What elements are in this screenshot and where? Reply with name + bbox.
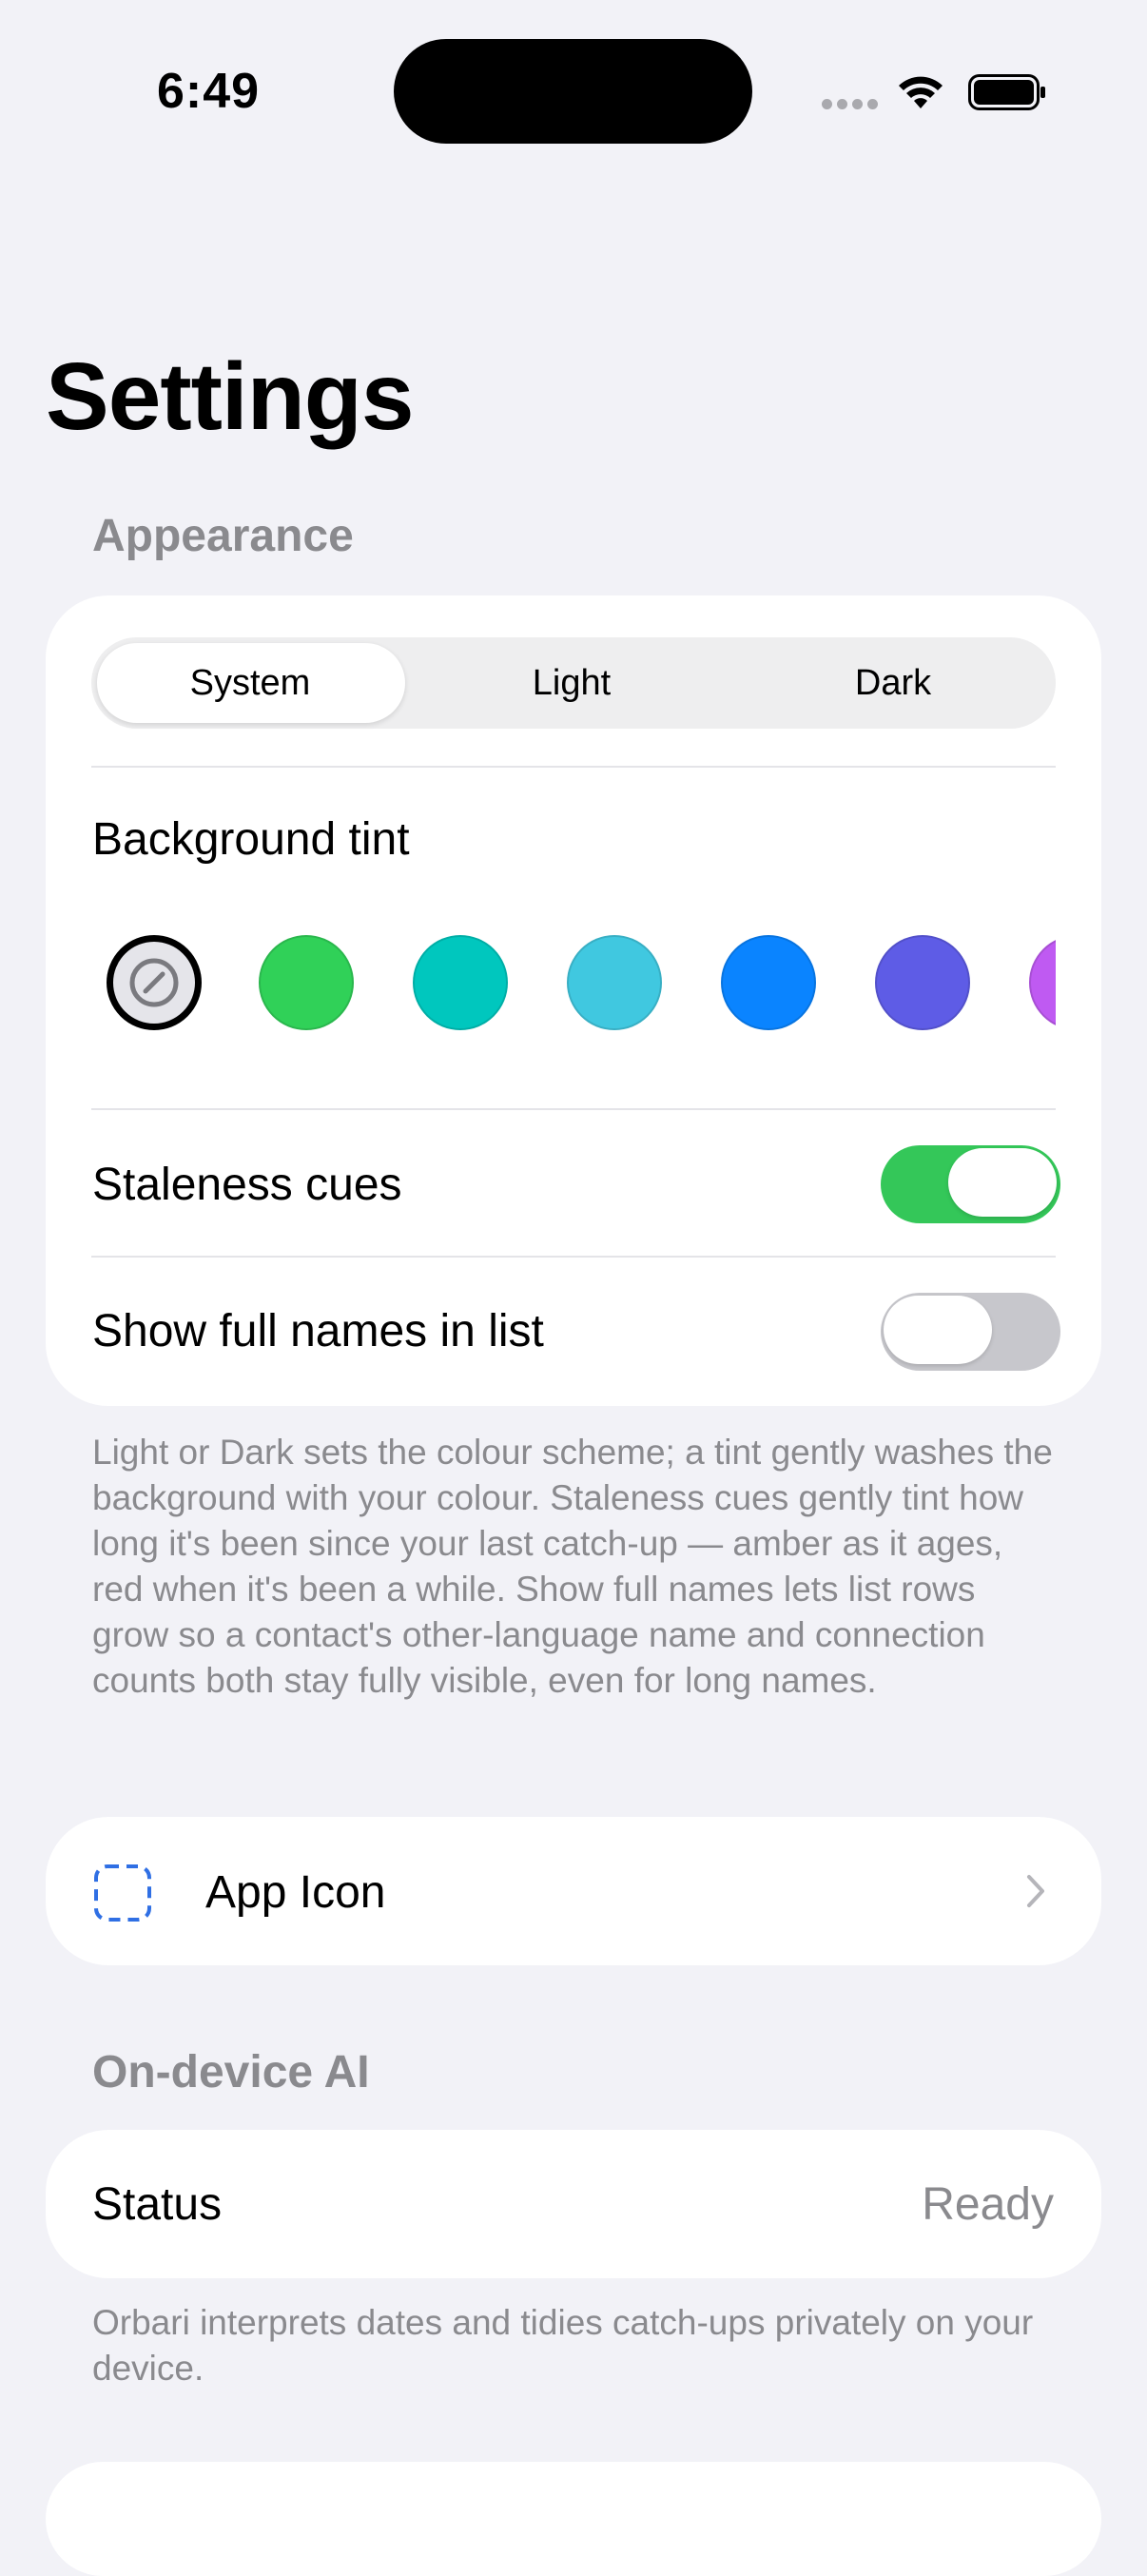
chevron-right-icon — [1027, 1875, 1044, 1907]
ai-status-value: Ready — [922, 2179, 1054, 2230]
tint-swatch-1[interactable] — [259, 935, 354, 1030]
show-full-names-label: Show full names in list — [92, 1306, 544, 1356]
ai-footnote: Orbari interprets dates and tidies catch… — [92, 2303, 1034, 2388]
divider — [91, 1108, 1056, 1110]
appearance-footnote: Light or Dark sets the colour scheme; a … — [92, 1433, 1053, 1700]
tint-swatch-6[interactable] — [1029, 935, 1056, 1030]
next-card — [46, 2462, 1101, 2576]
toggle-knob — [884, 1296, 992, 1364]
app-icon-row[interactable] — [46, 1817, 1101, 1965]
ai-status-label: Status — [92, 2179, 223, 2230]
staleness-cues-label: Staleness cues — [92, 1160, 402, 1210]
staleness-cues-toggle[interactable] — [881, 1145, 1060, 1223]
toggle-knob — [948, 1148, 1057, 1217]
divider — [91, 1256, 1056, 1258]
section-header-ai: On-device AI — [92, 2047, 370, 2098]
tint-swatch-3[interactable] — [567, 935, 662, 1030]
tint-swatch-4[interactable] — [721, 935, 816, 1030]
tint-swatch-row — [0, 0, 1056, 1046]
tint-swatch-5[interactable] — [875, 935, 970, 1030]
app-icon-label: App Icon — [205, 1867, 386, 1918]
tint-swatch-2[interactable] — [413, 935, 508, 1030]
show-full-names-toggle[interactable] — [881, 1293, 1060, 1371]
dashed-square-icon — [94, 1864, 151, 1922]
